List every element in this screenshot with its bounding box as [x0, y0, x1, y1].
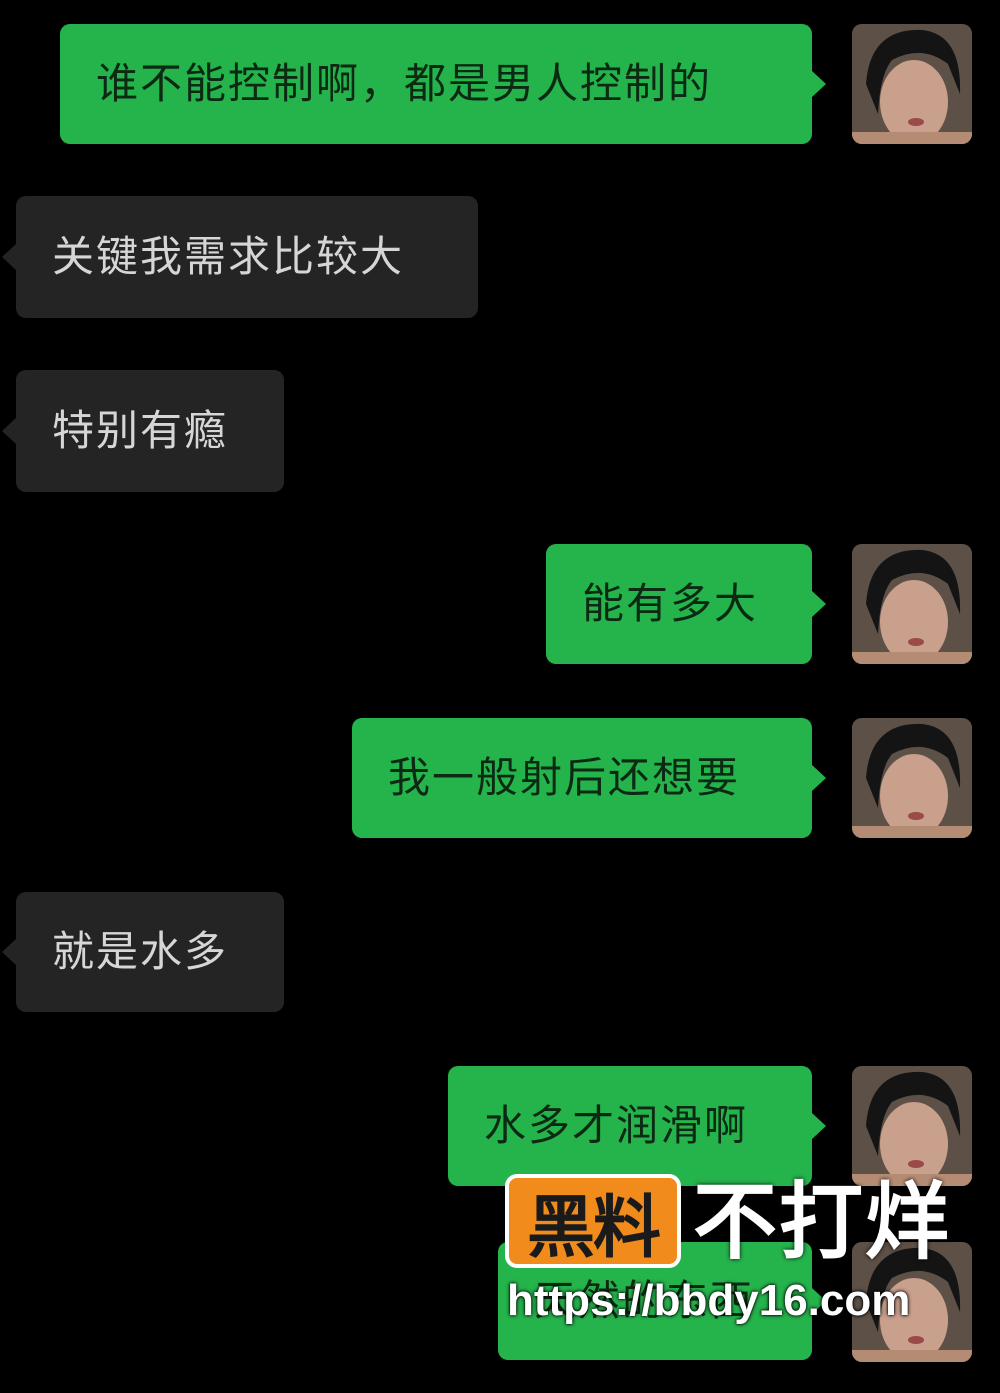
avatar[interactable] — [852, 544, 972, 664]
avatar-photo-icon — [852, 24, 972, 144]
message-bubble-incoming[interactable]: 就是水多 — [2, 892, 284, 1012]
avatar-photo-icon — [852, 718, 972, 838]
message-bubble-incoming[interactable]: 特别有瘾 — [2, 370, 284, 492]
message-text: 水多才润滑啊 — [484, 1101, 749, 1150]
message-text: 能有多大 — [582, 579, 759, 628]
avatar[interactable] — [852, 718, 972, 838]
message-text: 我一般射后还想要 — [388, 753, 741, 802]
message-text: 关键我需求比较大 — [52, 232, 405, 281]
message-text: 谁不能控制啊，都是男人控制的 — [96, 59, 713, 108]
watermark-url: https://bbdy16.com — [507, 1276, 911, 1325]
watermark-badge: 黑料 — [505, 1174, 681, 1268]
watermark-badge-text: 黑料 — [526, 1188, 661, 1268]
avatar-photo-icon — [852, 544, 972, 664]
message-text: 特别有瘾 — [52, 406, 229, 455]
message-bubble-outgoing[interactable]: 谁不能控制啊，都是男人控制的 — [60, 24, 826, 144]
message-text: 就是水多 — [52, 927, 229, 976]
message-bubble-incoming[interactable]: 关键我需求比较大 — [2, 196, 478, 318]
message-bubble-outgoing[interactable]: 我一般射后还想要 — [352, 718, 826, 838]
watermark-title: 不打烊 — [693, 1173, 952, 1271]
avatar[interactable] — [852, 24, 972, 144]
watermark: 黑料 不打烊 https://bbdy16.com — [505, 1168, 975, 1338]
message-bubble-outgoing[interactable]: 能有多大 — [546, 544, 826, 664]
